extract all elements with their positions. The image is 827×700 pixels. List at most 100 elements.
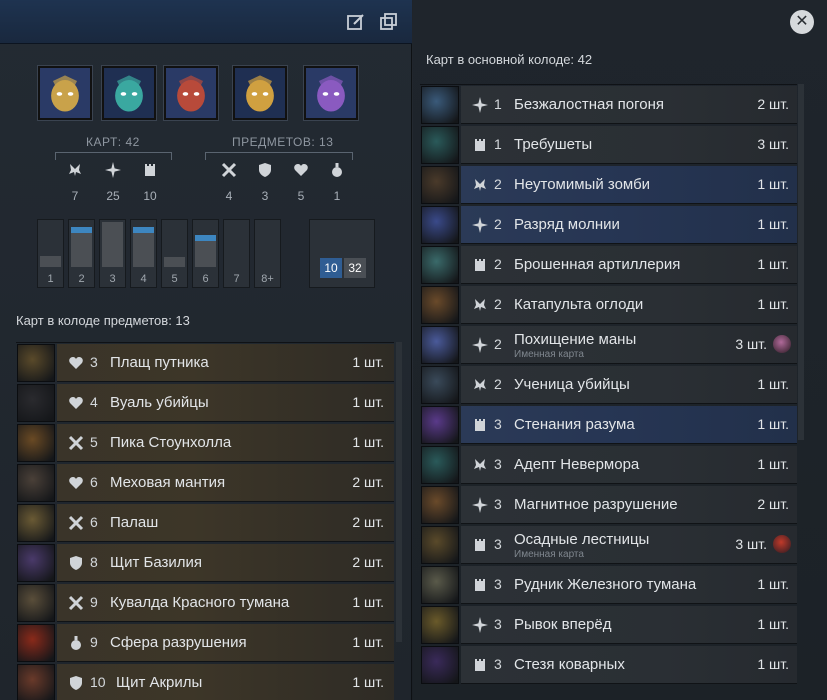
mana-curve-bar[interactable]: 2 [68, 219, 95, 288]
card-count: 2 шт. [757, 496, 789, 512]
list-item[interactable]: 6 Палаш 2 шт. [16, 503, 394, 542]
close-icon[interactable]: ✕ [790, 10, 814, 34]
card-cost: 1 [494, 136, 502, 152]
list-item[interactable]: 3 Магнитное разрушение 2 шт. [420, 485, 797, 524]
list-item[interactable]: 3 Осадные лестницы Именная карта 3 шт. [420, 525, 797, 564]
list-item[interactable]: 3 Плащ путника 1 шт. [16, 343, 394, 382]
list-item[interactable]: 3 Стезя коварных 1 шт. [420, 645, 797, 684]
card-cost: 1 [494, 96, 502, 112]
edit-icon[interactable] [346, 12, 366, 32]
mana-curve-bar[interactable]: 4 [130, 219, 157, 288]
card-cost: 5 [90, 434, 98, 450]
card-count: 1 шт. [757, 216, 789, 232]
hero-portrait-5[interactable] [304, 66, 358, 120]
items-bracket [205, 152, 353, 160]
card-art [17, 464, 55, 502]
card-count: 2 шт. [352, 514, 384, 530]
card-cost: 2 [494, 376, 502, 392]
card-art [421, 566, 459, 604]
mana-curve-bar[interactable]: 6 [192, 219, 219, 288]
card-cost: 3 [494, 576, 502, 592]
card-cost: 8 [90, 554, 98, 570]
card-cost: 9 [90, 634, 98, 650]
main-deck-scrollbar[interactable] [798, 84, 804, 440]
mana-curve-bar[interactable]: 1 [37, 219, 64, 288]
copy-icon[interactable] [379, 12, 399, 32]
improvement-icon [472, 537, 488, 553]
card-count: 1 шт. [757, 376, 789, 392]
card-cost: 2 [494, 176, 502, 192]
mana-curve-bar[interactable]: 3 [99, 219, 126, 288]
card-cost: 6 [90, 474, 98, 490]
card-art [421, 526, 459, 564]
card-count: 1 шт. [757, 656, 789, 672]
card-art [421, 366, 459, 404]
card-subtitle: Именная карта [514, 549, 584, 560]
mana-curve-bar[interactable]: 5 [161, 219, 188, 288]
card-art [17, 344, 55, 382]
card-cost: 2 [494, 296, 502, 312]
list-item[interactable]: 3 Стенания разума 1 шт. [420, 405, 797, 444]
list-item[interactable]: 9 Сфера разрушения 1 шт. [16, 623, 394, 662]
list-item[interactable]: 8 Щит Базилия 2 шт. [16, 543, 394, 582]
card-count: 1 шт. [352, 674, 384, 690]
list-item[interactable]: 2 Разряд молнии 1 шт. [420, 205, 797, 244]
improvement-icon [472, 137, 488, 153]
hero-portrait-2[interactable] [102, 66, 156, 120]
list-item[interactable]: 3 Адепт Невермора 1 шт. [420, 445, 797, 484]
cards-count-label: КАРТ: 42 [86, 135, 140, 149]
list-item[interactable]: 5 Пика Стоунхолла 1 шт. [16, 423, 394, 462]
row-background [57, 504, 394, 542]
list-item[interactable]: 3 Рудник Железного тумана 1 шт. [420, 565, 797, 604]
hero-portrait-3[interactable] [164, 66, 218, 120]
list-item[interactable]: 2 Брошенная артиллерия 1 шт. [420, 245, 797, 284]
hero-portrait-4[interactable] [233, 66, 287, 120]
card-art [421, 286, 459, 324]
card-name: Рывок вперёд [514, 616, 612, 633]
card-art [421, 246, 459, 284]
card-count: 1 шт. [352, 394, 384, 410]
hero-portrait-1[interactable] [38, 66, 92, 120]
list-item[interactable]: 1 Безжалостная погоня 2 шт. [420, 85, 797, 124]
card-art [421, 326, 459, 364]
list-item[interactable]: 1 Требушеты 3 шт. [420, 125, 797, 164]
mana-curve-bar[interactable]: 8+ [254, 219, 281, 288]
row-background [57, 464, 394, 502]
list-item[interactable]: 9 Кувалда Красного тумана 1 шт. [16, 583, 394, 622]
improvement-icon [472, 657, 488, 673]
consumable-icon [68, 635, 84, 651]
card-cost: 6 [90, 514, 98, 530]
list-item[interactable]: 2 Ученица убийцы 1 шт. [420, 365, 797, 404]
list-item[interactable]: 2 Похищение маны Именная карта 3 шт. [420, 325, 797, 364]
items-deck-list[interactable]: 3 Плащ путника 1 шт. 4 Вуаль убийцы 1 шт. 5 Пик… [16, 342, 394, 700]
list-item[interactable]: 4 Вуаль убийцы 1 шт. [16, 383, 394, 422]
card-cost: 10 [90, 674, 106, 690]
spell-icon [472, 97, 488, 113]
consumable-icon [328, 162, 346, 178]
card-name: Меховая мантия [110, 474, 226, 491]
list-item[interactable]: 10 Щит Акрилы 1 шт. [16, 663, 394, 700]
card-art [17, 504, 55, 542]
list-item[interactable]: 2 Катапульта оглоди 1 шт. [420, 285, 797, 324]
card-name: Щит Базилия [110, 554, 203, 571]
creep-icon [472, 297, 488, 313]
main-deck-list[interactable]: 1 Безжалостная погоня 2 шт. 1 Требушеты 3 шт.… [420, 84, 797, 700]
items-scrollbar[interactable] [396, 342, 402, 642]
card-name: Кувалда Красного тумана [110, 594, 290, 611]
card-art [421, 606, 459, 644]
improvement-icon [472, 577, 488, 593]
card-art [421, 446, 459, 484]
improvement-icon [141, 162, 159, 178]
list-item[interactable]: 3 Рывок вперёд 1 шт. [420, 605, 797, 644]
improvement-icon [472, 417, 488, 433]
card-cost: 3 [494, 496, 502, 512]
mana-curve-bar[interactable]: 7 [223, 219, 250, 288]
weapon-icon [68, 515, 84, 531]
list-item[interactable]: 6 Меховая мантия 2 шт. [16, 463, 394, 502]
card-count: 1 шт. [757, 456, 789, 472]
card-art [421, 126, 459, 164]
list-item[interactable]: 2 Неутомимый зомби 1 шт. [420, 165, 797, 204]
left-panel: КАРТ: 42 ПРЕДМЕТОВ: 13 7 25 10 4 3 5 1 1234567… [0, 0, 412, 700]
mana-summary: 10 32 [309, 219, 375, 288]
blue-card-count: 10 [320, 258, 342, 278]
